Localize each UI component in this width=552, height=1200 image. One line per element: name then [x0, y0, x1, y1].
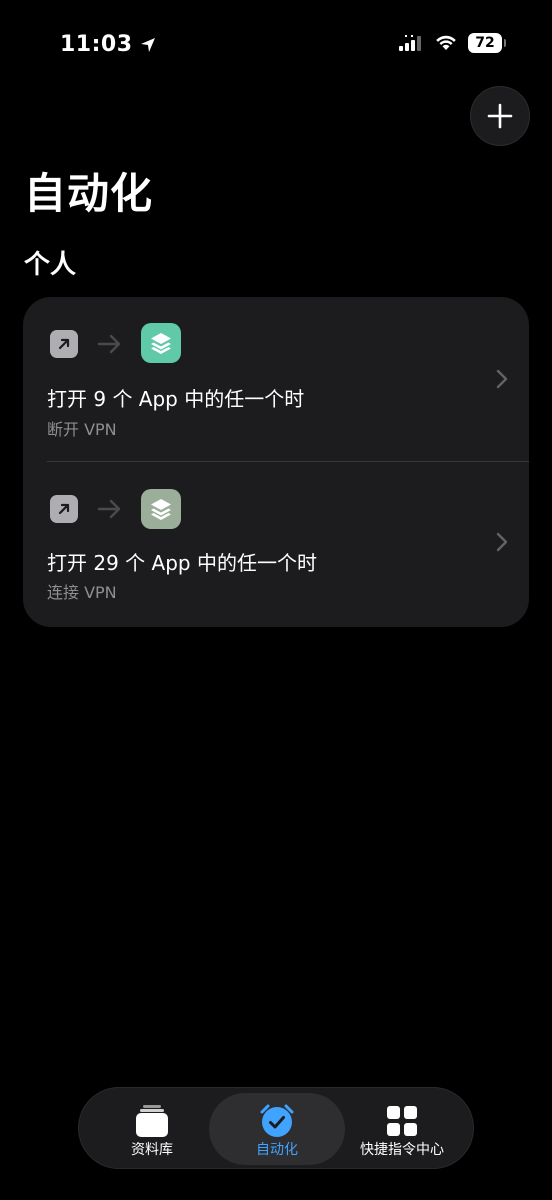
tab-bar: 资料库 自动化 快捷指令中心	[78, 1087, 474, 1169]
tab-label: 自动化	[256, 1142, 298, 1158]
status-time-group: 11:03	[60, 30, 157, 60]
chevron-right-icon	[496, 532, 508, 552]
gallery-grid-icon	[382, 1103, 422, 1139]
vpn-shortcut-icon	[141, 489, 181, 529]
tab-label: 快捷指令中心	[360, 1142, 444, 1158]
location-arrow-icon	[140, 38, 155, 52]
cellular-signal-icon	[399, 35, 421, 51]
automation-list-card: 打开 9 个 App 中的任一个时 断开 VPN 打开 29 个 App 中的任…	[23, 297, 529, 627]
chevron-right-icon	[496, 369, 508, 389]
automation-row[interactable]: 打开 29 个 App 中的任一个时 连接 VPN	[23, 463, 529, 627]
tab-label: 资料库	[131, 1142, 173, 1158]
automation-title: 打开 9 个 App 中的任一个时	[47, 387, 305, 411]
automation-row[interactable]: 打开 9 个 App 中的任一个时 断开 VPN	[23, 297, 529, 461]
tab-library[interactable]: 资料库	[87, 1093, 217, 1165]
plus-icon	[487, 103, 513, 129]
section-title-personal: 个人	[24, 250, 77, 280]
flow-arrow-icon	[97, 499, 121, 519]
automation-subtitle: 连接 VPN	[47, 583, 117, 602]
library-icon	[132, 1103, 172, 1139]
tab-automation[interactable]: 自动化	[209, 1093, 345, 1165]
automation-title: 打开 29 个 App 中的任一个时	[47, 551, 317, 575]
automation-screen: 11:03 72 自动化 个人 打开 9 个 App 中的任一个时 断开 VPN…	[0, 0, 552, 1200]
page-title: 自动化	[24, 169, 154, 218]
row-divider	[47, 461, 529, 462]
add-automation-button[interactable]	[470, 86, 530, 146]
battery-level: 72	[475, 35, 495, 51]
status-right: 72	[398, 33, 506, 53]
battery-indicator: 72	[468, 33, 506, 53]
flow-arrow-icon	[97, 334, 121, 354]
automation-clock-icon	[257, 1103, 297, 1139]
tab-gallery[interactable]: 快捷指令中心	[337, 1093, 467, 1165]
status-bar: 11:03 72	[0, 30, 552, 60]
status-time: 11:03	[60, 32, 133, 57]
automation-subtitle: 断开 VPN	[47, 420, 117, 439]
open-app-trigger-icon	[50, 495, 78, 523]
open-app-trigger-icon	[50, 330, 78, 358]
wifi-icon	[436, 35, 456, 50]
vpn-shortcut-icon	[141, 323, 181, 363]
